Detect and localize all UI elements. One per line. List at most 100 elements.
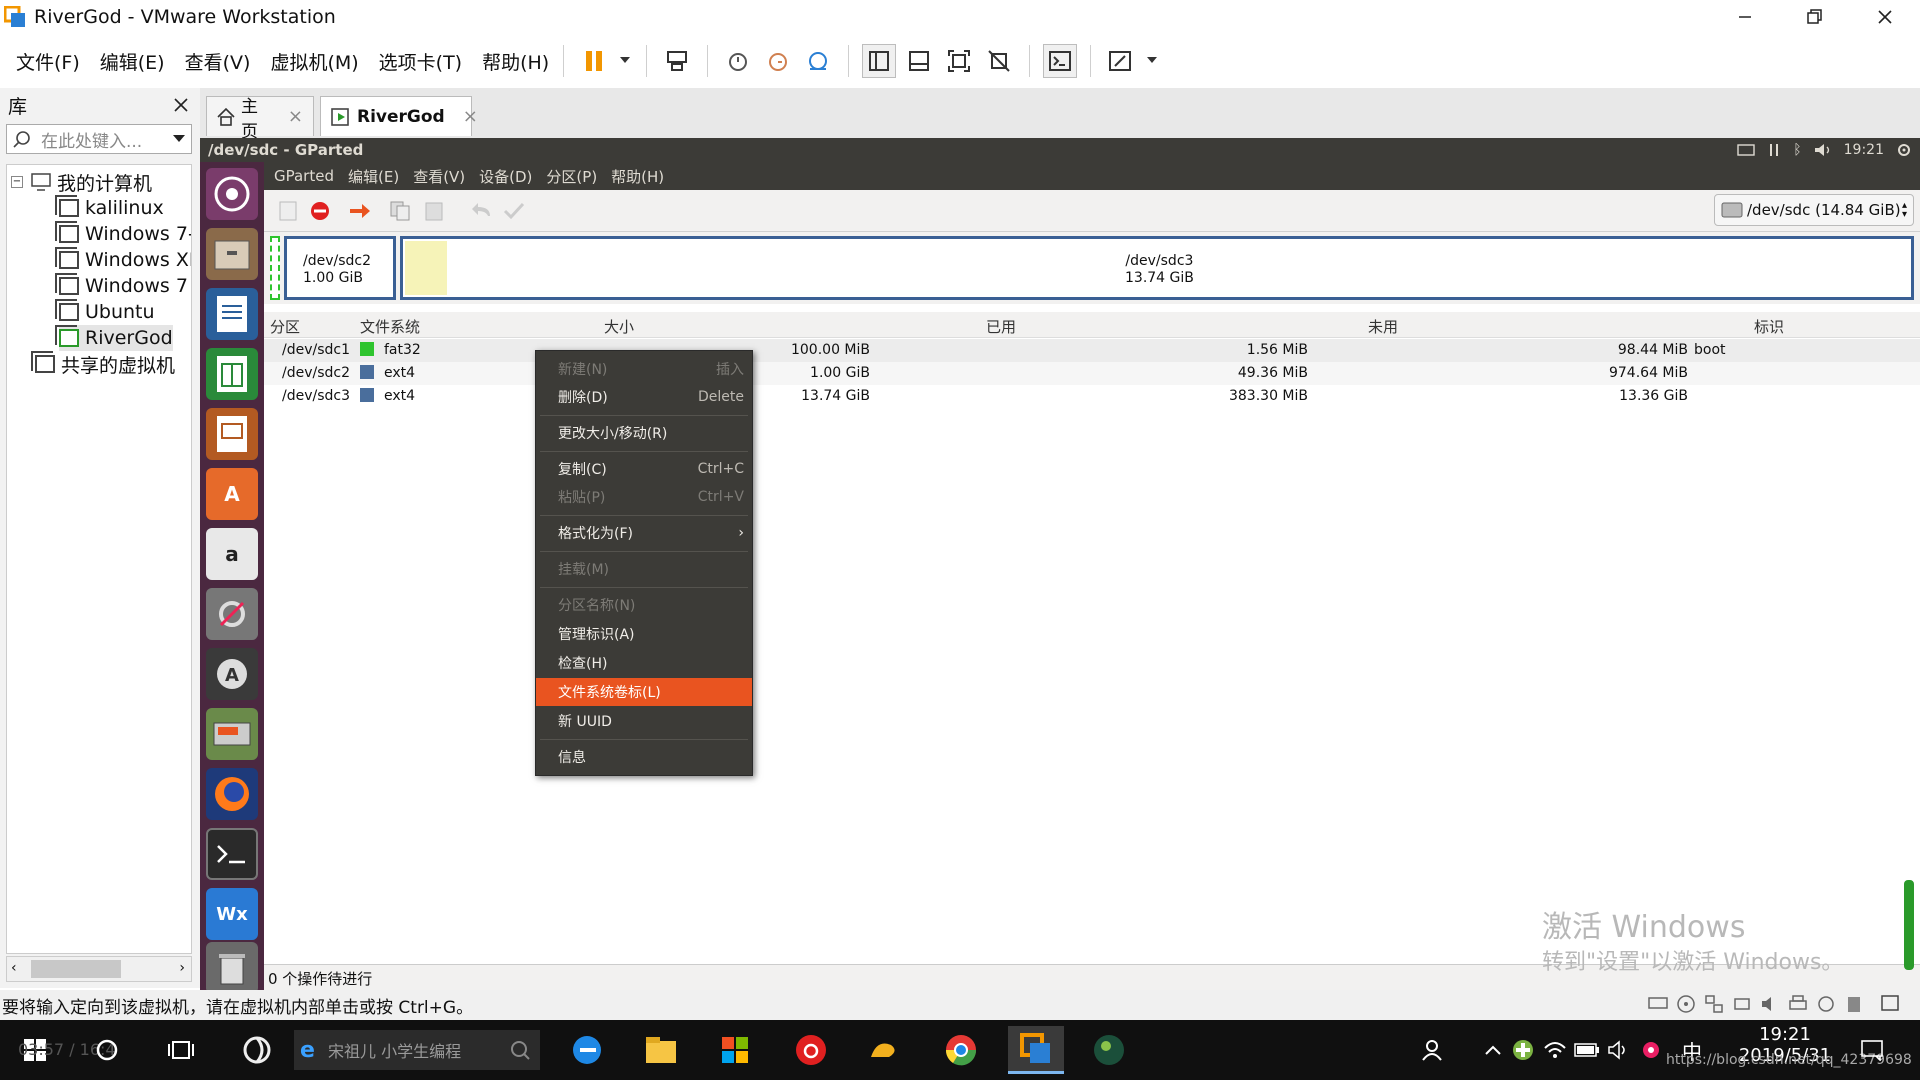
netease-music-icon[interactable] bbox=[786, 1026, 836, 1074]
col-filesystem[interactable]: 文件系统 bbox=[360, 316, 420, 337]
calc-icon[interactable] bbox=[206, 348, 258, 400]
menu-item-information[interactable]: 信息 bbox=[536, 743, 752, 771]
menu-item-paste[interactable]: 粘贴(P) Ctrl+V bbox=[536, 483, 752, 511]
chevron-down-icon[interactable] bbox=[617, 44, 633, 78]
collapse-icon[interactable]: − bbox=[11, 176, 23, 188]
software-updater-icon[interactable]: A bbox=[206, 648, 258, 700]
trash-icon[interactable] bbox=[206, 942, 258, 994]
gparted-menu-view[interactable]: 查看(V) bbox=[413, 166, 465, 187]
speaker-icon[interactable] bbox=[1604, 1026, 1634, 1074]
menu-item-manage-flags[interactable]: 管理标识(A) bbox=[536, 620, 752, 648]
device-selector[interactable]: /dev/sdc (14.84 GiB) ▴ ▾ bbox=[1714, 194, 1914, 226]
fullscreen-icon[interactable] bbox=[942, 44, 976, 78]
cortana-icon[interactable] bbox=[82, 1026, 132, 1074]
col-unused[interactable]: 未用 bbox=[1368, 316, 1398, 337]
menu-item-partition-name[interactable]: 分区名称(N) bbox=[536, 591, 752, 619]
tree-item-vm[interactable]: Windows 7 bbox=[55, 273, 188, 299]
display-icon[interactable] bbox=[1816, 994, 1836, 1014]
people-icon[interactable] bbox=[1414, 1026, 1450, 1074]
menu-item-check[interactable]: 检查(H) bbox=[536, 649, 752, 677]
menu-item-fs-label[interactable]: 文件系统卷标(L) bbox=[536, 678, 752, 706]
bluetooth-icon[interactable]: ᛒ bbox=[1793, 142, 1801, 158]
terminal-icon[interactable] bbox=[206, 828, 258, 880]
close-library-icon[interactable] bbox=[174, 98, 188, 112]
chrome-icon[interactable] bbox=[936, 1026, 986, 1074]
keyboard-icon[interactable] bbox=[1737, 144, 1755, 156]
minimize-button[interactable] bbox=[1710, 0, 1780, 34]
tree-item-vm-selected[interactable]: RiverGod bbox=[55, 325, 173, 351]
search-icon[interactable] bbox=[510, 1040, 530, 1060]
scroll-thumb[interactable] bbox=[31, 960, 121, 978]
revert-snapshot-icon[interactable] bbox=[761, 44, 795, 78]
wifi-icon[interactable] bbox=[1540, 1026, 1570, 1074]
show-library-icon[interactable] bbox=[862, 44, 897, 78]
undo-icon[interactable] bbox=[468, 198, 496, 224]
chevron-up-icon[interactable] bbox=[1478, 1026, 1508, 1074]
tab-home[interactable]: 主页 × bbox=[206, 96, 314, 142]
menu-help[interactable]: 帮助(H) bbox=[482, 48, 549, 75]
system-settings-icon[interactable] bbox=[206, 588, 258, 640]
resize-move-icon[interactable] bbox=[346, 198, 374, 224]
software-center-icon[interactable]: A bbox=[206, 468, 258, 520]
vmware-taskbar-icon[interactable] bbox=[1008, 1026, 1064, 1074]
gparted-menu-help[interactable]: 帮助(H) bbox=[611, 166, 664, 187]
network-icon[interactable] bbox=[1767, 143, 1781, 157]
tree-item-vm[interactable]: Windows XI bbox=[55, 247, 191, 273]
tree-root[interactable]: − 我的计算机 bbox=[11, 169, 152, 195]
printer-icon[interactable] bbox=[1788, 994, 1808, 1014]
apply-icon[interactable] bbox=[500, 198, 528, 224]
table-row[interactable]: /dev/sdc2 ext4 1.00 GiB 49.36 MiB 974.64… bbox=[264, 362, 1920, 385]
writer-icon[interactable] bbox=[206, 288, 258, 340]
firefox-icon[interactable] bbox=[206, 768, 258, 820]
menu-item-format-as[interactable]: 格式化为(F) › bbox=[536, 519, 752, 547]
tab-rivergod[interactable]: RiverGod × bbox=[320, 96, 478, 136]
menu-item-new[interactable]: 新建(N) 插入 bbox=[536, 355, 752, 383]
gparted-icon[interactable] bbox=[206, 708, 258, 760]
gear-icon[interactable] bbox=[1896, 142, 1912, 158]
restore-button[interactable] bbox=[1780, 0, 1850, 34]
table-row[interactable]: /dev/sdc1 fat32 100.00 MiB 1.56 MiB 98.4… bbox=[264, 339, 1920, 362]
partition-map-sdc1[interactable] bbox=[270, 236, 280, 300]
menu-tabs[interactable]: 选项卡(T) bbox=[379, 48, 462, 75]
tree-item-vm[interactable]: Ubuntu bbox=[55, 299, 155, 325]
library-hscrollbar[interactable]: ‹ › bbox=[6, 956, 192, 982]
chevron-down-icon[interactable] bbox=[173, 135, 185, 143]
tree-item-shared[interactable]: 共享的虚拟机 bbox=[31, 351, 175, 377]
pinwheel-app-icon[interactable] bbox=[232, 1026, 282, 1074]
close-tab-icon[interactable]: × bbox=[463, 106, 478, 127]
chevron-down-icon[interactable] bbox=[1144, 44, 1160, 78]
stretch-guest-icon[interactable] bbox=[1104, 44, 1138, 78]
impress-icon[interactable] bbox=[206, 408, 258, 460]
col-flags[interactable]: 标识 bbox=[1754, 316, 1784, 337]
files-icon[interactable] bbox=[206, 228, 258, 280]
paste-icon[interactable] bbox=[420, 198, 448, 224]
ubuntu-dash-icon[interactable] bbox=[206, 168, 258, 220]
menu-vm[interactable]: 虚拟机(M) bbox=[270, 48, 358, 75]
col-size[interactable]: 大小 bbox=[604, 316, 634, 337]
harddisk-icon[interactable] bbox=[1648, 994, 1668, 1014]
menu-item-delete[interactable]: 删除(D) Delete bbox=[536, 383, 752, 411]
menu-edit[interactable]: 编辑(E) bbox=[100, 48, 165, 75]
send-ctrl-alt-del-icon[interactable] bbox=[660, 44, 694, 78]
notification-center-icon[interactable] bbox=[1852, 1026, 1892, 1074]
cdrom-icon[interactable] bbox=[1676, 994, 1696, 1014]
storage-icon[interactable] bbox=[1844, 994, 1864, 1014]
menu-item-resize-move[interactable]: 更改大小/移动(R) bbox=[536, 419, 752, 447]
copy-icon[interactable] bbox=[386, 198, 414, 224]
col-used[interactable]: 已用 bbox=[986, 316, 1016, 337]
partition-map-sdc3[interactable]: /dev/sdc3 13.74 GiB bbox=[400, 236, 1914, 300]
taskbar-clock[interactable]: 19:21 2019/5/31 bbox=[1730, 1024, 1840, 1078]
snapshot-manager-icon[interactable] bbox=[801, 44, 835, 78]
file-explorer-icon[interactable] bbox=[636, 1026, 686, 1074]
ime-toolbar-icon[interactable] bbox=[1636, 1026, 1666, 1074]
close-tab-icon[interactable]: × bbox=[288, 106, 303, 127]
scroll-left-icon[interactable]: ‹ bbox=[11, 960, 17, 976]
col-partition[interactable]: 分区 bbox=[270, 316, 300, 337]
taskbar-search-input[interactable]: e 宋祖儿 小学生编程 bbox=[294, 1030, 540, 1070]
menu-view[interactable]: 查看(V) bbox=[185, 48, 251, 75]
gparted-menu-edit[interactable]: 编辑(E) bbox=[348, 166, 399, 187]
close-button[interactable] bbox=[1850, 0, 1920, 34]
volume-icon[interactable] bbox=[1814, 143, 1832, 157]
gparted-menu-device[interactable]: 设备(D) bbox=[479, 166, 532, 187]
chevron-updown-icon[interactable]: ▴ ▾ bbox=[1902, 201, 1907, 220]
